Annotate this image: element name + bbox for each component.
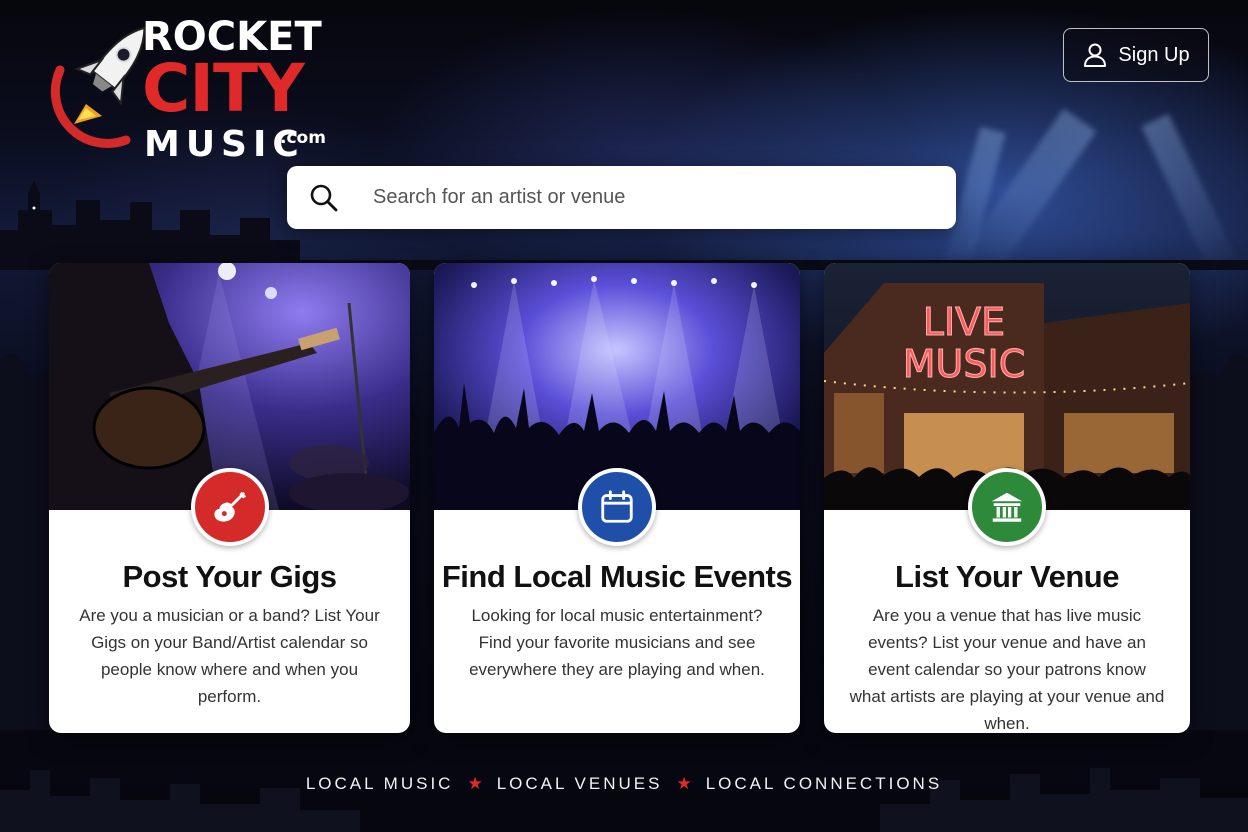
- star-icon: ★: [676, 774, 692, 793]
- guitar-icon: [213, 491, 246, 522]
- card-title: Find Local Music Events: [441, 559, 793, 594]
- calendar-badge: [578, 468, 656, 546]
- sign-up-button[interactable]: Sign Up: [1063, 28, 1209, 82]
- card-title: Post Your Gigs: [122, 559, 337, 594]
- logo-text-domain: .com: [280, 128, 326, 148]
- tagline-item: LOCAL CONNECTIONS: [705, 774, 943, 793]
- list-venue-card[interactable]: LIVE MUSIC List Your Venue Are you a ven…: [824, 263, 1190, 733]
- search-icon[interactable]: [309, 183, 339, 213]
- find-events-card[interactable]: Find Local Music Events Looking for loca…: [434, 263, 800, 733]
- card-description: Are you a venue that has live music even…: [849, 606, 1165, 733]
- city-skyline-bottom: [0, 760, 1248, 832]
- calendar-icon: [601, 490, 633, 523]
- card-title: List Your Venue: [895, 559, 1119, 594]
- search-bar[interactable]: [287, 166, 956, 229]
- neon-sign-music: MUSIC: [903, 342, 1025, 386]
- card-description: Looking for local music entertainment? F…: [469, 606, 765, 679]
- search-input[interactable]: [373, 186, 956, 209]
- sign-up-label: Sign Up: [1118, 43, 1190, 66]
- guitar-badge: [190, 468, 269, 546]
- post-gigs-card[interactable]: Post Your Gigs Are you a musician or a b…: [49, 263, 410, 733]
- site-logo[interactable]: ROCKET CITY MUSIC .com: [30, 12, 330, 165]
- crowd-silhouette-right: [1188, 300, 1248, 730]
- neon-sign-live: LIVE: [923, 300, 1005, 344]
- logo-text-city: CITY: [142, 50, 305, 127]
- tagline-item: LOCAL MUSIC: [305, 774, 454, 793]
- user-icon: [1084, 43, 1107, 67]
- card-description: Are you a musician or a band? List Your …: [79, 606, 380, 706]
- tagline-item: LOCAL VENUES: [496, 774, 663, 793]
- footer-tagline: LOCAL MUSIC ★ LOCAL VENUES ★ LOCAL CONNECTIO…: [0, 774, 1248, 794]
- venue-badge: [968, 468, 1046, 546]
- star-icon: ★: [467, 774, 483, 793]
- venue-building-icon: [991, 492, 1023, 522]
